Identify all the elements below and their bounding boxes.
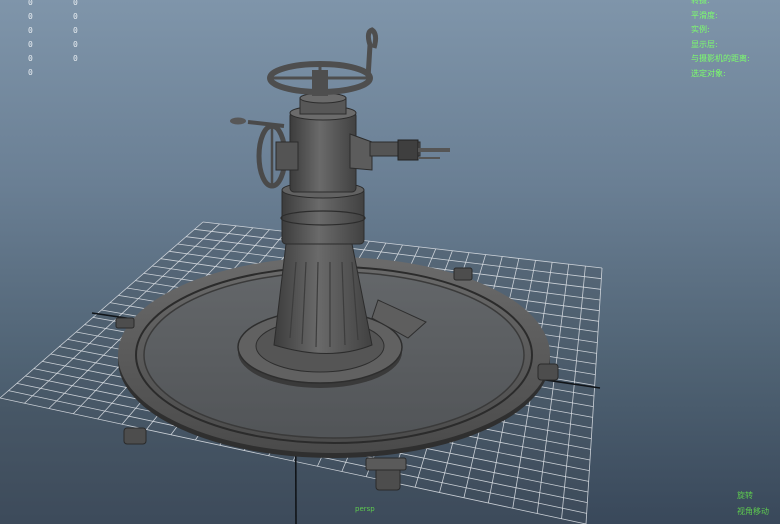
top-handwheel xyxy=(267,27,379,96)
stats-column-left: 0 0 0 0 0 0 xyxy=(28,0,33,80)
stat-value: 0 xyxy=(28,68,33,77)
stat-value: 0 xyxy=(28,12,33,21)
hud-label: 选定对象: xyxy=(691,68,726,78)
maya-3d-viewport[interactable]: 0 0 0 0 0 0 0 0 0 0 0 转摄: 平滑度: 实例: 显示层: … xyxy=(0,0,780,524)
camera-name: persp xyxy=(355,505,375,513)
hud-label: 实例: xyxy=(691,25,710,34)
tool-label-pan: 视角移动 xyxy=(737,507,769,516)
stat-value: 0 xyxy=(73,26,78,35)
stat-value: 0 xyxy=(73,40,78,49)
hud-label: 显示层: xyxy=(691,39,718,49)
stat-value: 0 xyxy=(73,12,78,21)
tool-label-rotate: 旋转 xyxy=(737,491,753,500)
stat-value: 0 xyxy=(28,54,33,63)
stat-value: 0 xyxy=(28,0,33,7)
stat-value: 0 xyxy=(73,54,78,63)
stats-column-right: 0 0 0 0 0 xyxy=(73,0,78,66)
pedestal-column xyxy=(273,92,373,354)
stat-value: 0 xyxy=(28,40,33,49)
hud-label: 转摄: xyxy=(691,0,710,5)
side-lever-arm xyxy=(349,133,450,171)
view-tool-labels: 旋转 视角移动 xyxy=(737,488,769,520)
3d-scene xyxy=(0,27,603,524)
stat-value: 0 xyxy=(73,0,78,7)
stat-value: 0 xyxy=(28,26,33,35)
hud-label: 平滑度: xyxy=(691,10,718,20)
hud-label: 与摄影机的距离: xyxy=(691,54,750,63)
heads-up-display: 转摄: 平滑度: 实例: 显示层: 与摄影机的距离: 选定对象: xyxy=(691,0,750,81)
side-handwheel xyxy=(230,117,299,189)
